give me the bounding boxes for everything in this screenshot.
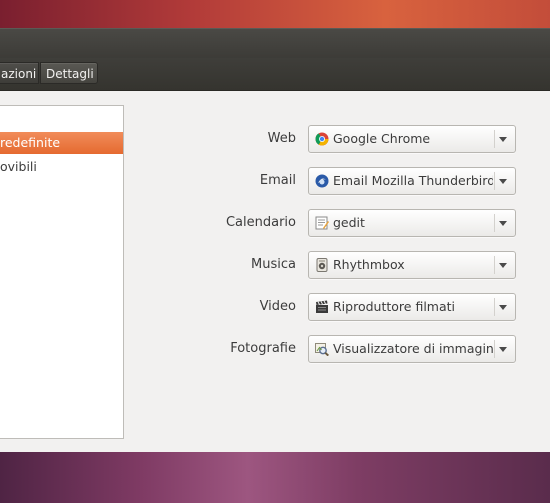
thunderbird-icon xyxy=(315,174,329,188)
window-content: redefinite ovibili Web Google Chrome Ema… xyxy=(0,91,550,452)
video-label: Video xyxy=(259,299,296,314)
web-app-value: Google Chrome xyxy=(333,131,431,146)
chevron-down-icon xyxy=(499,347,507,352)
combo-separator xyxy=(494,340,495,358)
movie-player-icon xyxy=(316,300,328,313)
desktop-background-top xyxy=(0,0,550,28)
chevron-down-icon xyxy=(499,305,507,310)
chevron-down-icon xyxy=(499,221,507,226)
chevron-down-icon xyxy=(499,263,507,268)
sidebar-item-default-apps[interactable]: redefinite xyxy=(0,132,123,154)
breadcrumb-details[interactable]: Dettagli xyxy=(40,62,98,84)
email-label: Email xyxy=(259,173,296,188)
combo-separator xyxy=(494,172,495,190)
photos-app-value: Visualizzatore di immagini xyxy=(333,341,493,356)
calendar-app-select[interactable]: gedit xyxy=(308,209,516,237)
window-titlebar xyxy=(0,28,550,59)
email-app-select[interactable]: Email Mozilla Thunderbird xyxy=(308,167,516,195)
chevron-down-icon xyxy=(499,179,507,184)
details-sidebar-list: redefinite ovibili xyxy=(0,105,124,439)
gedit-icon xyxy=(315,216,329,230)
combo-separator xyxy=(494,214,495,232)
music-app-value: Rhythmbox xyxy=(333,257,405,272)
video-app-value: Riproduttore filmati xyxy=(333,299,455,314)
web-label: Web xyxy=(267,131,296,146)
photos-app-select[interactable]: Visualizzatore di immagini xyxy=(308,335,516,363)
sidebar-item-removable-media[interactable]: ovibili xyxy=(0,156,123,178)
email-app-value: Email Mozilla Thunderbird xyxy=(333,173,493,188)
combo-separator xyxy=(494,298,495,316)
breadcrumb-previous[interactable]: azioni xyxy=(0,62,39,84)
chevron-down-icon xyxy=(499,137,507,142)
chrome-icon xyxy=(315,132,329,146)
music-label: Musica xyxy=(251,257,296,272)
calendar-app-value: gedit xyxy=(333,215,365,230)
combo-separator xyxy=(494,256,495,274)
combo-separator xyxy=(494,130,495,148)
rhythmbox-icon xyxy=(316,258,328,272)
photos-label: Fotografie xyxy=(230,341,296,356)
music-app-select[interactable]: Rhythmbox xyxy=(308,251,516,279)
web-app-select[interactable]: Google Chrome xyxy=(308,125,516,153)
image-viewer-icon xyxy=(315,343,329,356)
calendar-label: Calendario xyxy=(225,215,296,230)
toolbar: azioni Dettagli xyxy=(0,58,550,91)
desktop-background-bottom xyxy=(0,452,550,503)
video-app-select[interactable]: Riproduttore filmati xyxy=(308,293,516,321)
